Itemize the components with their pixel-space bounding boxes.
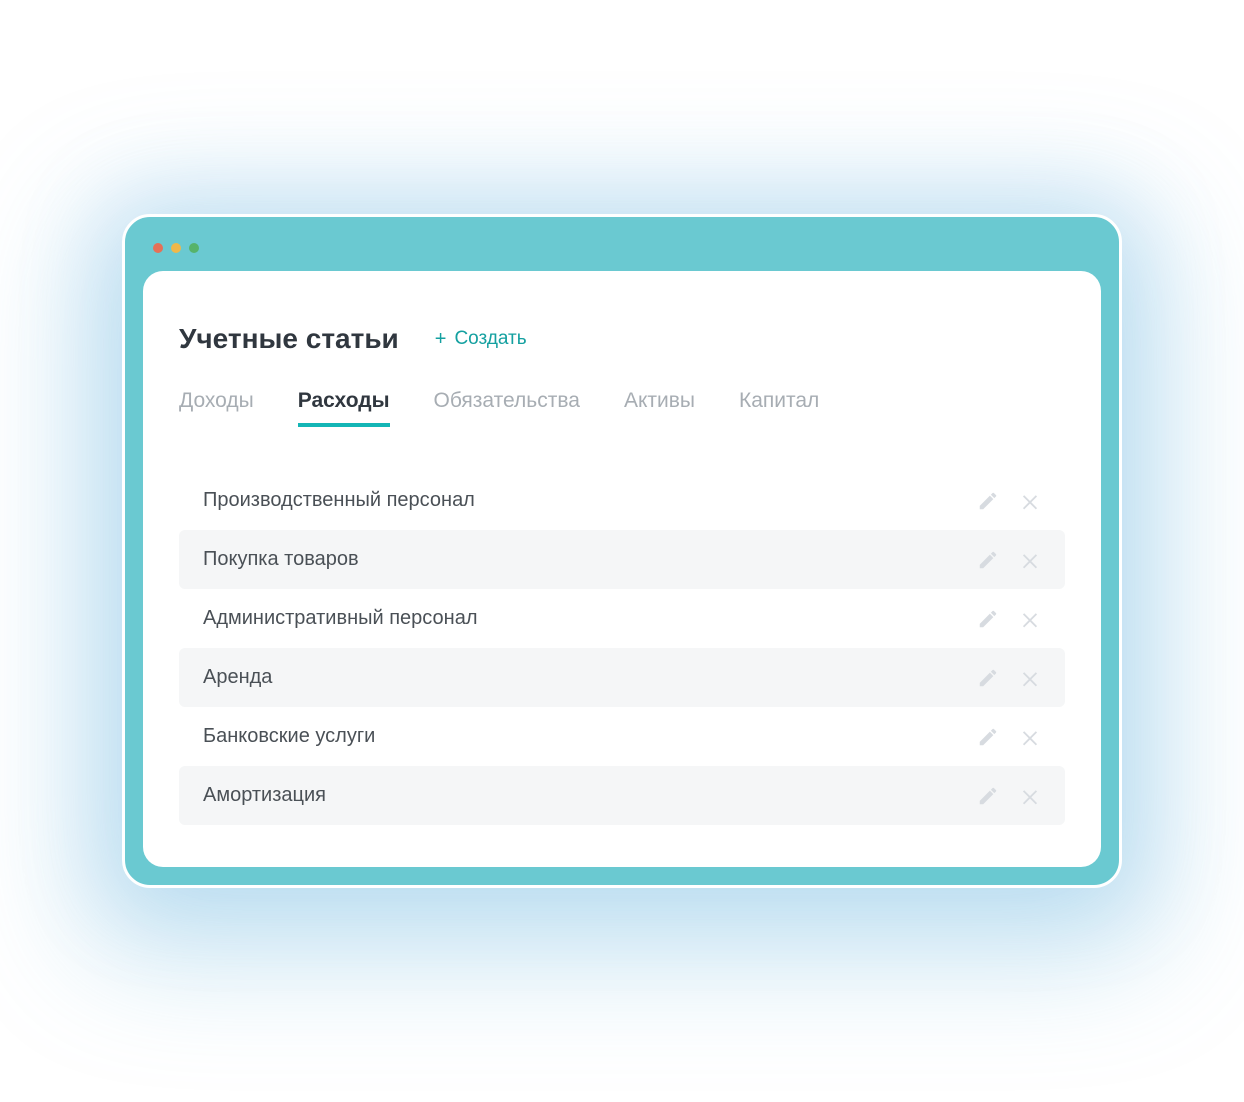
list-item: Банковские услуги [179,707,1065,766]
close-icon[interactable] [1019,549,1041,571]
content-panel: Учетные статьи + Создать Доходы Расходы … [143,271,1101,867]
list-item: Амортизация [179,766,1065,825]
window-controls [143,235,1101,271]
list-item-label: Производственный персонал [203,489,475,512]
list-item: Производственный персонал [179,471,1065,530]
list-item-label: Административный персонал [203,607,477,630]
list-item-label: Аренда [203,666,272,689]
close-icon[interactable] [1019,785,1041,807]
edit-icon[interactable] [977,490,999,512]
page-title: Учетные статьи [179,323,399,355]
tab-capital[interactable]: Капитал [739,389,819,427]
list-item: Административный персонал [179,589,1065,648]
edit-icon[interactable] [977,667,999,689]
row-actions [977,726,1041,748]
edit-icon[interactable] [977,608,999,630]
plus-icon: + [435,328,447,351]
header-row: Учетные статьи + Создать [179,323,1065,355]
row-actions [977,549,1041,571]
list-item-label: Покупка товаров [203,548,359,571]
tabs: Доходы Расходы Обязательства Активы Капи… [179,389,1065,427]
tab-income[interactable]: Доходы [179,389,254,427]
create-label: Создать [454,328,526,350]
close-icon[interactable] [1019,726,1041,748]
close-icon[interactable] [1019,490,1041,512]
row-actions [977,608,1041,630]
close-window-icon[interactable] [153,243,163,253]
create-button[interactable]: + Создать [435,328,527,351]
close-icon[interactable] [1019,667,1041,689]
row-actions [977,490,1041,512]
row-actions [977,667,1041,689]
minimize-window-icon[interactable] [171,243,181,253]
edit-icon[interactable] [977,726,999,748]
edit-icon[interactable] [977,549,999,571]
browser-window: Учетные статьи + Создать Доходы Расходы … [122,214,1122,888]
tab-expenses[interactable]: Расходы [298,389,390,427]
tab-assets[interactable]: Активы [624,389,695,427]
maximize-window-icon[interactable] [189,243,199,253]
list-item: Покупка товаров [179,530,1065,589]
item-list: Производственный персонал Покупка товаро… [179,471,1065,825]
list-item-label: Амортизация [203,784,326,807]
row-actions [977,785,1041,807]
list-item-label: Банковские услуги [203,725,375,748]
tab-liabilities[interactable]: Обязательства [434,389,580,427]
list-item: Аренда [179,648,1065,707]
edit-icon[interactable] [977,785,999,807]
close-icon[interactable] [1019,608,1041,630]
